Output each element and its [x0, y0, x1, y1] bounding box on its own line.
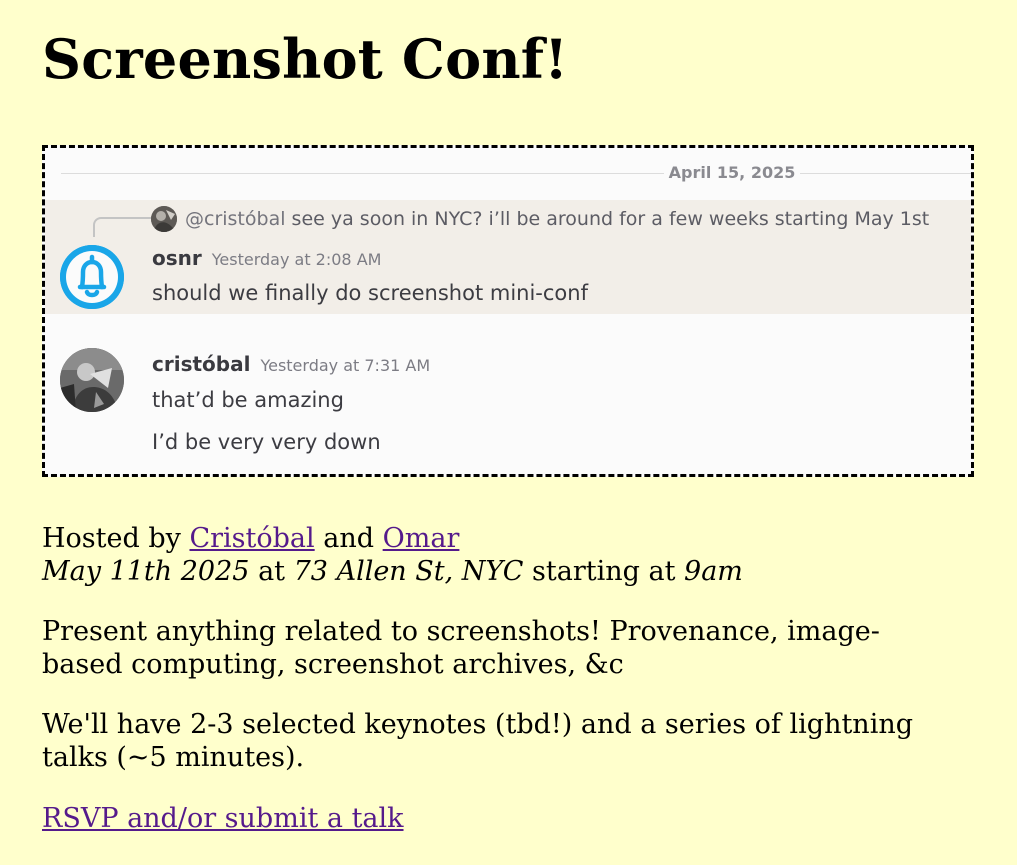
starting-at-text: starting at — [532, 556, 676, 587]
message-header: cristóbal Yesterday at 7:31 AM — [152, 352, 430, 378]
message-text: I’d be very very down — [152, 430, 381, 454]
page-title: Screenshot Conf! — [42, 27, 569, 91]
rsvp-link[interactable]: RSVP and/or submit a talk — [42, 803, 404, 834]
message-author[interactable]: osnr — [152, 246, 202, 270]
reply-text: see ya soon in NYC? i’ll be around for a… — [291, 208, 930, 230]
event-location: 73 Allen St, NYC — [293, 556, 524, 587]
message-author[interactable]: cristóbal — [152, 352, 250, 376]
talks-line-1: We'll have 2-3 selected keynotes (tbd!) … — [42, 709, 914, 740]
description-line-1: Present anything related to screenshots!… — [42, 616, 880, 647]
at-word: at — [258, 556, 286, 587]
event-time: 9am — [684, 556, 743, 587]
event-details-line: May 11th 2025 at 73 Allen St, NYC starti… — [42, 555, 743, 588]
bell-icon[interactable] — [60, 245, 124, 309]
message-header: osnr Yesterday at 2:08 AM — [152, 246, 381, 272]
reply-mention[interactable]: @cristóbal — [185, 208, 286, 230]
user-photo-icon[interactable] — [60, 348, 124, 412]
reply-avatar-icon — [151, 206, 177, 232]
message-highlighted: @cristóbal see ya soon in NYC? i’ll be a… — [45, 200, 971, 314]
divider-line-right — [800, 173, 971, 174]
talks-line-2: talks (~5 minutes). — [42, 742, 305, 773]
date-divider: April 15, 2025 — [61, 164, 971, 182]
hosts-line: Hosted by Cristóbal and Omar — [42, 522, 459, 555]
reply-connector — [93, 217, 151, 237]
hosted-prefix: Hosted by — [42, 523, 181, 554]
message-timestamp: Yesterday at 2:08 AM — [211, 250, 382, 269]
and-word: and — [323, 523, 375, 554]
reply-preview[interactable]: @cristóbal see ya soon in NYC? i’ll be a… — [185, 207, 929, 231]
event-date: May 11th 2025 — [42, 556, 250, 587]
divider-line-left — [61, 173, 664, 174]
rsvp-line: RSVP and/or submit a talk — [42, 802, 404, 835]
host-link-cristobal[interactable]: Cristóbal — [189, 523, 314, 554]
host-link-omar[interactable]: Omar — [383, 523, 460, 554]
message-timestamp: Yesterday at 7:31 AM — [260, 356, 431, 375]
message-text: that’d be amazing — [152, 388, 344, 412]
description-line-2: based computing, screenshot archives, &c — [42, 649, 624, 680]
message-text: should we finally do screenshot mini-con… — [152, 281, 588, 305]
chat-screenshot: April 15, 2025 @cristóbal see ya soon in… — [42, 145, 974, 477]
date-divider-label: April 15, 2025 — [668, 163, 796, 182]
